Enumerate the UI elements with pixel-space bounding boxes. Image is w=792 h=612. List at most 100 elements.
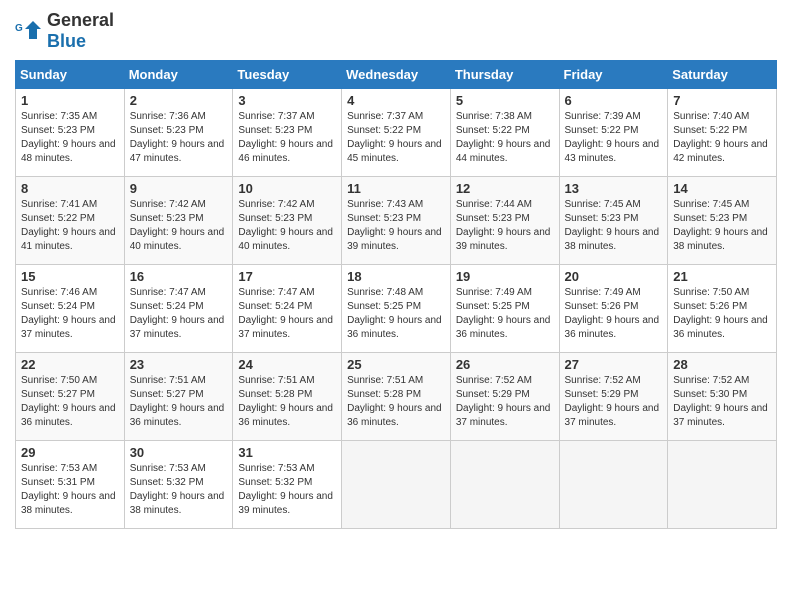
day-info: Sunrise: 7:51 AM Sunset: 5:28 PM Dayligh… <box>238 374 336 430</box>
day-info: Sunrise: 7:39 AM Sunset: 5:22 PM Dayligh… <box>565 110 663 166</box>
day-number: 11 <box>347 181 445 196</box>
day-cell: 2 Sunrise: 7:36 AM Sunset: 5:23 PM Dayli… <box>124 89 233 177</box>
day-info: Sunrise: 7:53 AM Sunset: 5:32 PM Dayligh… <box>130 462 228 518</box>
day-info: Sunrise: 7:49 AM Sunset: 5:26 PM Dayligh… <box>565 286 663 342</box>
week-row-3: 15 Sunrise: 7:46 AM Sunset: 5:24 PM Dayl… <box>16 265 777 353</box>
day-info: Sunrise: 7:45 AM Sunset: 5:23 PM Dayligh… <box>565 198 663 254</box>
header-cell-monday: Monday <box>124 61 233 89</box>
day-number: 18 <box>347 269 445 284</box>
day-cell: 25 Sunrise: 7:51 AM Sunset: 5:28 PM Dayl… <box>342 353 451 441</box>
day-cell <box>559 441 668 529</box>
day-info: Sunrise: 7:52 AM Sunset: 5:30 PM Dayligh… <box>673 374 771 430</box>
day-info: Sunrise: 7:50 AM Sunset: 5:26 PM Dayligh… <box>673 286 771 342</box>
week-row-1: 1 Sunrise: 7:35 AM Sunset: 5:23 PM Dayli… <box>16 89 777 177</box>
day-cell: 9 Sunrise: 7:42 AM Sunset: 5:23 PM Dayli… <box>124 177 233 265</box>
day-number: 28 <box>673 357 771 372</box>
day-info: Sunrise: 7:44 AM Sunset: 5:23 PM Dayligh… <box>456 198 554 254</box>
day-cell: 24 Sunrise: 7:51 AM Sunset: 5:28 PM Dayl… <box>233 353 342 441</box>
day-number: 5 <box>456 93 554 108</box>
calendar-body: 1 Sunrise: 7:35 AM Sunset: 5:23 PM Dayli… <box>16 89 777 529</box>
day-number: 23 <box>130 357 228 372</box>
day-info: Sunrise: 7:51 AM Sunset: 5:28 PM Dayligh… <box>347 374 445 430</box>
day-info: Sunrise: 7:37 AM Sunset: 5:22 PM Dayligh… <box>347 110 445 166</box>
header-cell-wednesday: Wednesday <box>342 61 451 89</box>
header-cell-friday: Friday <box>559 61 668 89</box>
day-cell: 30 Sunrise: 7:53 AM Sunset: 5:32 PM Dayl… <box>124 441 233 529</box>
day-info: Sunrise: 7:52 AM Sunset: 5:29 PM Dayligh… <box>565 374 663 430</box>
day-number: 14 <box>673 181 771 196</box>
day-cell: 21 Sunrise: 7:50 AM Sunset: 5:26 PM Dayl… <box>668 265 777 353</box>
day-info: Sunrise: 7:35 AM Sunset: 5:23 PM Dayligh… <box>21 110 119 166</box>
page-container: G General Blue SundayMondayTuesdayWednes… <box>0 0 792 534</box>
day-cell: 12 Sunrise: 7:44 AM Sunset: 5:23 PM Dayl… <box>450 177 559 265</box>
day-cell: 26 Sunrise: 7:52 AM Sunset: 5:29 PM Dayl… <box>450 353 559 441</box>
day-number: 26 <box>456 357 554 372</box>
day-number: 20 <box>565 269 663 284</box>
day-cell: 27 Sunrise: 7:52 AM Sunset: 5:29 PM Dayl… <box>559 353 668 441</box>
day-cell: 13 Sunrise: 7:45 AM Sunset: 5:23 PM Dayl… <box>559 177 668 265</box>
day-number: 31 <box>238 445 336 460</box>
day-number: 19 <box>456 269 554 284</box>
day-number: 25 <box>347 357 445 372</box>
day-number: 9 <box>130 181 228 196</box>
day-number: 13 <box>565 181 663 196</box>
day-cell: 3 Sunrise: 7:37 AM Sunset: 5:23 PM Dayli… <box>233 89 342 177</box>
day-cell: 7 Sunrise: 7:40 AM Sunset: 5:22 PM Dayli… <box>668 89 777 177</box>
calendar-table: SundayMondayTuesdayWednesdayThursdayFrid… <box>15 60 777 529</box>
day-cell: 23 Sunrise: 7:51 AM Sunset: 5:27 PM Dayl… <box>124 353 233 441</box>
day-number: 15 <box>21 269 119 284</box>
day-number: 30 <box>130 445 228 460</box>
day-cell: 28 Sunrise: 7:52 AM Sunset: 5:30 PM Dayl… <box>668 353 777 441</box>
day-number: 2 <box>130 93 228 108</box>
header-cell-tuesday: Tuesday <box>233 61 342 89</box>
day-cell: 10 Sunrise: 7:42 AM Sunset: 5:23 PM Dayl… <box>233 177 342 265</box>
day-cell: 14 Sunrise: 7:45 AM Sunset: 5:23 PM Dayl… <box>668 177 777 265</box>
header-cell-saturday: Saturday <box>668 61 777 89</box>
header-cell-sunday: Sunday <box>16 61 125 89</box>
day-info: Sunrise: 7:46 AM Sunset: 5:24 PM Dayligh… <box>21 286 119 342</box>
day-cell: 4 Sunrise: 7:37 AM Sunset: 5:22 PM Dayli… <box>342 89 451 177</box>
day-cell: 11 Sunrise: 7:43 AM Sunset: 5:23 PM Dayl… <box>342 177 451 265</box>
day-cell: 15 Sunrise: 7:46 AM Sunset: 5:24 PM Dayl… <box>16 265 125 353</box>
svg-text:G: G <box>15 23 23 34</box>
day-cell: 5 Sunrise: 7:38 AM Sunset: 5:22 PM Dayli… <box>450 89 559 177</box>
day-info: Sunrise: 7:53 AM Sunset: 5:32 PM Dayligh… <box>238 462 336 518</box>
day-info: Sunrise: 7:38 AM Sunset: 5:22 PM Dayligh… <box>456 110 554 166</box>
day-info: Sunrise: 7:47 AM Sunset: 5:24 PM Dayligh… <box>130 286 228 342</box>
day-info: Sunrise: 7:37 AM Sunset: 5:23 PM Dayligh… <box>238 110 336 166</box>
day-info: Sunrise: 7:49 AM Sunset: 5:25 PM Dayligh… <box>456 286 554 342</box>
day-info: Sunrise: 7:50 AM Sunset: 5:27 PM Dayligh… <box>21 374 119 430</box>
day-cell: 6 Sunrise: 7:39 AM Sunset: 5:22 PM Dayli… <box>559 89 668 177</box>
day-cell: 8 Sunrise: 7:41 AM Sunset: 5:22 PM Dayli… <box>16 177 125 265</box>
day-number: 12 <box>456 181 554 196</box>
day-info: Sunrise: 7:45 AM Sunset: 5:23 PM Dayligh… <box>673 198 771 254</box>
logo: G General Blue <box>15 10 114 52</box>
week-row-2: 8 Sunrise: 7:41 AM Sunset: 5:22 PM Dayli… <box>16 177 777 265</box>
day-cell: 20 Sunrise: 7:49 AM Sunset: 5:26 PM Dayl… <box>559 265 668 353</box>
calendar-header-row: SundayMondayTuesdayWednesdayThursdayFrid… <box>16 61 777 89</box>
day-info: Sunrise: 7:51 AM Sunset: 5:27 PM Dayligh… <box>130 374 228 430</box>
header: G General Blue <box>15 10 777 52</box>
day-number: 16 <box>130 269 228 284</box>
day-number: 21 <box>673 269 771 284</box>
day-info: Sunrise: 7:36 AM Sunset: 5:23 PM Dayligh… <box>130 110 228 166</box>
day-number: 29 <box>21 445 119 460</box>
day-number: 10 <box>238 181 336 196</box>
day-cell: 18 Sunrise: 7:48 AM Sunset: 5:25 PM Dayl… <box>342 265 451 353</box>
day-info: Sunrise: 7:40 AM Sunset: 5:22 PM Dayligh… <box>673 110 771 166</box>
day-cell <box>668 441 777 529</box>
day-number: 1 <box>21 93 119 108</box>
day-cell <box>450 441 559 529</box>
day-info: Sunrise: 7:42 AM Sunset: 5:23 PM Dayligh… <box>130 198 228 254</box>
day-info: Sunrise: 7:41 AM Sunset: 5:22 PM Dayligh… <box>21 198 119 254</box>
week-row-5: 29 Sunrise: 7:53 AM Sunset: 5:31 PM Dayl… <box>16 441 777 529</box>
day-info: Sunrise: 7:52 AM Sunset: 5:29 PM Dayligh… <box>456 374 554 430</box>
day-number: 22 <box>21 357 119 372</box>
day-cell: 17 Sunrise: 7:47 AM Sunset: 5:24 PM Dayl… <box>233 265 342 353</box>
day-cell: 31 Sunrise: 7:53 AM Sunset: 5:32 PM Dayl… <box>233 441 342 529</box>
day-cell: 19 Sunrise: 7:49 AM Sunset: 5:25 PM Dayl… <box>450 265 559 353</box>
day-number: 24 <box>238 357 336 372</box>
day-number: 4 <box>347 93 445 108</box>
day-cell: 1 Sunrise: 7:35 AM Sunset: 5:23 PM Dayli… <box>16 89 125 177</box>
logo-icon: G <box>15 17 43 45</box>
